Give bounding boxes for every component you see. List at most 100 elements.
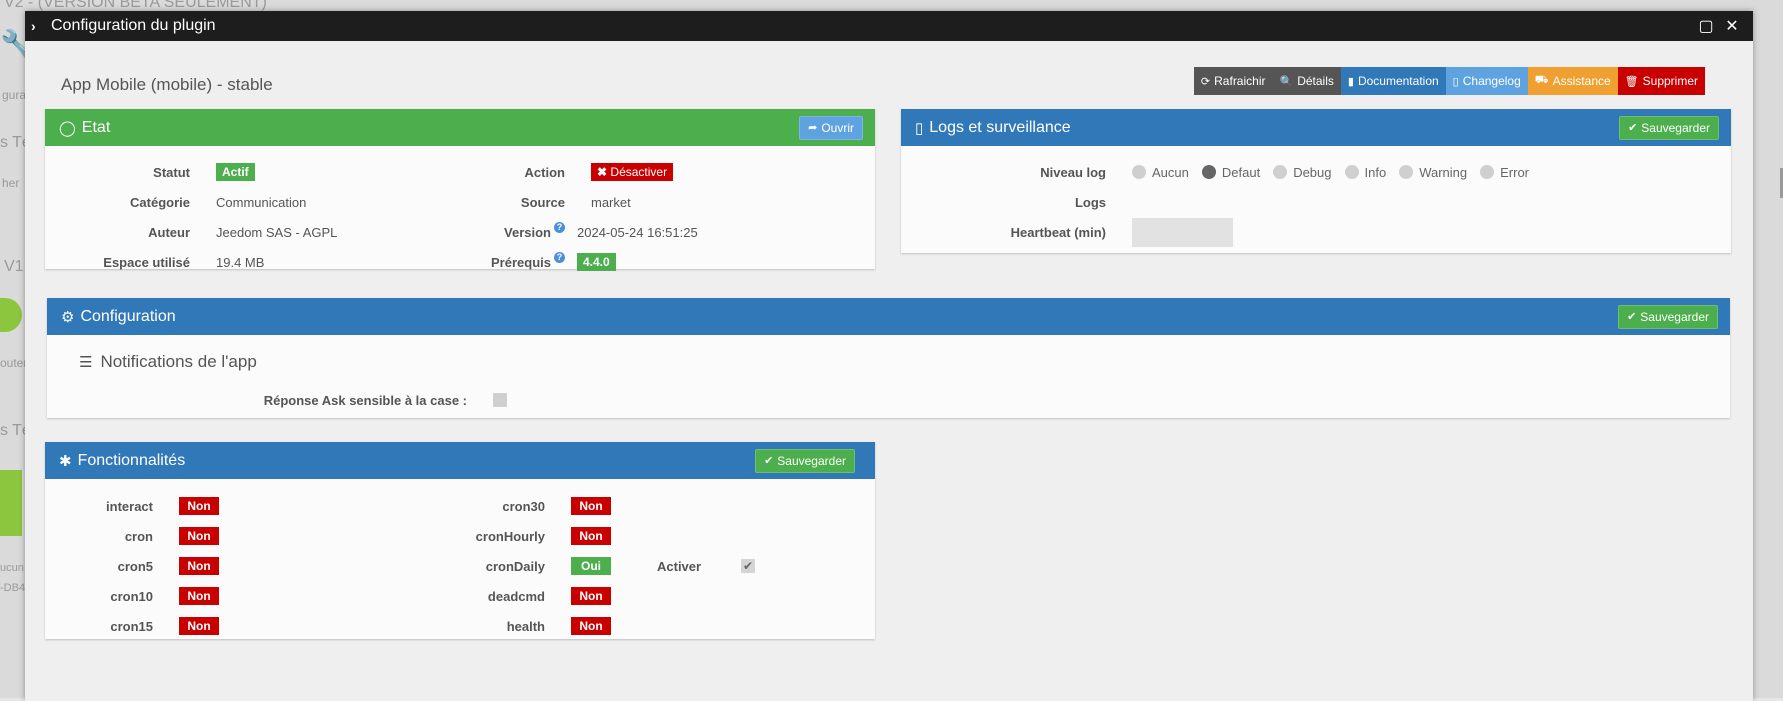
help-icon[interactable]: ? (554, 221, 565, 233)
feature-label: deadcmd (487, 588, 545, 604)
categorie-label: Catégorie (130, 194, 190, 210)
feature-label: cron5 (117, 558, 153, 574)
delete-button[interactable]: 🗑 Supprimer (1617, 67, 1705, 95)
background-search-input[interactable]: her (2, 176, 19, 190)
documentation-label: Documentation (1357, 74, 1439, 88)
etat-title: Etat (81, 118, 111, 136)
prerequis-badge: 4.4.0 (577, 253, 616, 271)
feature-badge: Non (179, 617, 219, 635)
open-label: Ouvrir (821, 120, 854, 135)
radio-defaut[interactable]: Defaut (1201, 164, 1261, 180)
logs-row: Logs (901, 192, 1106, 212)
truck-icon: ⛟ (1534, 74, 1549, 86)
phone-icon[interactable] (0, 470, 22, 536)
radio-label: Error (1500, 164, 1530, 180)
share-icon: ➦ (808, 122, 818, 134)
radio-circle (1273, 165, 1288, 179)
logs-save-label: Sauvegarder (1641, 120, 1710, 135)
prerequis-label: Prérequis (491, 254, 551, 270)
notifications-section-title: ☰ Notifications de l'app (79, 352, 257, 372)
radio-aucun[interactable]: Aucun (1132, 165, 1189, 180)
ask-label: Réponse Ask sensible à la case : (263, 392, 467, 408)
configuration-save-button[interactable]: ✔ Sauvegarder (1618, 304, 1718, 329)
radio-info[interactable]: Info (1344, 165, 1386, 180)
ask-checkbox[interactable] (493, 393, 507, 407)
check-circle-icon: ✔ (764, 455, 774, 467)
refresh-label: Rafraichir (1214, 74, 1266, 88)
feature-badge: Non (179, 497, 219, 515)
documentation-button[interactable]: ▮ Documentation (1340, 67, 1446, 95)
feature-row: cron30 Non (385, 496, 611, 516)
niveau-log-label: Niveau log (1040, 164, 1106, 180)
check-circle-icon: ✔ (1628, 122, 1638, 134)
feature-row: health Non (385, 616, 611, 636)
espace-row: Espace utilisé 19.4 MB (45, 252, 264, 272)
changelog-label: Changelog (1462, 74, 1521, 88)
chevron-right-icon[interactable]: › (31, 18, 43, 34)
auteur-label: Auteur (148, 224, 190, 240)
file-icon: ▯ (1452, 75, 1459, 88)
etat-panel: ◯ Etat ➦ Ouvrir Statut Actif Catégorie C… (45, 109, 875, 272)
feature-row: cron Non (45, 526, 219, 546)
book-icon: ▮ (1347, 75, 1354, 88)
heartbeat-input[interactable] (1132, 218, 1233, 247)
fonctionnalites-save-button[interactable]: ✔ Sauvegarder (755, 448, 855, 473)
fonctionnalites-panel: ✱ Fonctionnalités ✔ Sauvegarder interact… (45, 442, 875, 639)
feature-row: cron10 Non (45, 586, 219, 606)
feature-badge: Non (179, 587, 219, 605)
cogs-icon: ⚙ (61, 308, 75, 326)
action-row: Action ✖ Désactiver (385, 162, 674, 182)
radio-label: Defaut (1221, 164, 1261, 180)
x-icon: ✖ (597, 165, 608, 179)
assistance-label: Assistance (1552, 74, 1611, 88)
espace-label: Espace utilisé (103, 254, 190, 270)
logs-header: ▯ Logs et surveillance ✔ Sauvegarder (901, 109, 1731, 146)
help-icon[interactable]: ? (554, 251, 565, 263)
configuration-save-label: Sauvegarder (1640, 309, 1709, 324)
details-button[interactable]: 🔍 Détails (1272, 67, 1341, 95)
assistance-button[interactable]: ⛟ Assistance (1527, 67, 1618, 95)
background-text: V1 (4, 258, 24, 275)
source-label: Source (520, 194, 565, 210)
feature-row: cronDaily Oui Activer ✔ (385, 556, 756, 576)
radio-error[interactable]: Error (1480, 165, 1529, 180)
fonctionnalites-save-label: Sauvegarder (777, 453, 846, 468)
logs-save-button[interactable]: ✔ Sauvegarder (1619, 115, 1719, 140)
check-circle-icon: ✔ (1627, 311, 1637, 323)
ask-row: Réponse Ask sensible à la case : (47, 390, 507, 410)
feature-row: cronHourly Non (385, 526, 611, 546)
version-row: Version? 2024-05-24 16:51:25 (385, 221, 698, 242)
feature-badge: Non (179, 527, 219, 545)
radio-circle (1201, 165, 1216, 179)
feature-badge: Non (571, 497, 611, 515)
feature-badge: Non (179, 557, 219, 575)
spinner-icon: ◯ (59, 119, 76, 137)
changelog-button[interactable]: ▯ Changelog (1445, 67, 1528, 95)
activer-checkbox[interactable]: ✔ (741, 559, 756, 573)
background-text: ucun (0, 562, 24, 574)
modal-title: Configuration du plugin (51, 17, 216, 34)
source-value: market (591, 194, 631, 210)
radio-warning[interactable]: Warning (1399, 165, 1467, 180)
section-title: Notifications de l'app (100, 352, 257, 371)
background-text: outer (0, 356, 28, 370)
disable-label: Désactiver (610, 165, 668, 179)
open-button[interactable]: ➦ Ouvrir (799, 115, 863, 140)
maximize-icon[interactable]: ▢ (1693, 16, 1719, 36)
configuration-title: Configuration (80, 307, 176, 325)
file-icon: ▯ (915, 119, 924, 137)
categorie-row: Catégorie Communication (45, 192, 306, 212)
refresh-button[interactable]: ⟳ Rafraichir (1193, 67, 1273, 95)
logs-title: Logs et surveillance (929, 118, 1071, 136)
delete-label: Supprimer (1642, 74, 1698, 88)
action-label: Action (524, 164, 565, 180)
trash-icon: 🗑 (1624, 75, 1639, 88)
close-icon[interactable]: ✕ (1719, 16, 1745, 36)
feature-label: interact (106, 498, 153, 514)
search-icon: 🔍 (1279, 75, 1294, 88)
list-icon: ☰ (79, 354, 93, 371)
disable-button[interactable]: ✖ Désactiver (591, 163, 674, 181)
add-icon[interactable] (0, 298, 22, 332)
statut-row: Statut Actif (45, 162, 255, 182)
radio-debug[interactable]: Debug (1273, 165, 1332, 180)
